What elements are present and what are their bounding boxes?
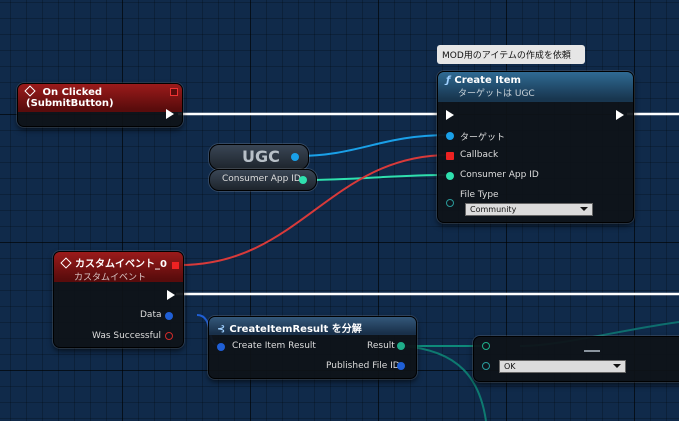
was-successful-pin[interactable] [165, 332, 173, 340]
blueprint-graph-canvas[interactable]: On Clicked (SubmitButton) MOD用のアイテムの作成を依… [0, 0, 679, 421]
create-item-result-pin[interactable] [217, 343, 225, 351]
exec-out-pin[interactable] [167, 290, 175, 300]
callback-pin[interactable] [446, 152, 454, 160]
on-clicked-node[interactable]: On Clicked (SubmitButton) [17, 83, 183, 127]
on-clicked-header[interactable]: On Clicked (SubmitButton) [18, 84, 182, 112]
published-file-id-pin[interactable] [397, 362, 405, 370]
enum-value: OK [504, 362, 516, 371]
break-result-node[interactable]: ⊰ CreateItemResult を分解 Create Item Result… [208, 316, 417, 379]
node-comment-bubble: MOD用のアイテムの作成を依頼 [437, 45, 585, 64]
struct-wire-consumer-app-id[interactable] [301, 174, 450, 181]
chevron-down-icon [613, 364, 621, 368]
exec-out-pin[interactable] [616, 110, 624, 120]
break-result-header[interactable]: ⊰ CreateItemResult を分解 [209, 317, 416, 335]
data-pin[interactable] [165, 312, 173, 320]
object-wire-ugc-target[interactable] [295, 134, 450, 157]
custom-event-title: カスタムイベント_0 [75, 259, 167, 270]
custom-event-subtitle: カスタムイベント [74, 273, 147, 283]
delegate-out-pin[interactable] [172, 262, 179, 269]
consumer-app-id-pin[interactable] [446, 172, 454, 180]
custom-event-header[interactable]: カスタムイベント_0 カスタムイベント [54, 252, 183, 283]
exec-in-pin[interactable] [446, 110, 454, 120]
delegate-pin[interactable] [170, 88, 178, 96]
comment-text: MOD用のアイテムの作成を依頼 [442, 51, 571, 61]
create-item-result-label: Create Item Result [232, 341, 316, 351]
partial-enum-pin[interactable] [482, 362, 490, 370]
chevron-down-icon [580, 207, 588, 211]
break-struct-icon: ⊰ [217, 324, 226, 335]
create-item-node[interactable]: ƒ Create Item ターゲットは UGC ターゲット Callback C… [437, 71, 634, 223]
create-item-header[interactable]: ƒ Create Item ターゲットは UGC [438, 72, 633, 102]
data-label: Data [140, 310, 162, 320]
file-type-label: File Type [460, 190, 499, 200]
ugc-label: UGC [242, 147, 280, 166]
create-item-title: Create Item [454, 75, 521, 86]
consumer-app-id-out-pin[interactable] [299, 176, 307, 184]
file-type-dropdown[interactable]: Community [465, 203, 593, 216]
create-item-subtitle: ターゲットは UGC [458, 89, 535, 99]
target-pin[interactable] [446, 132, 454, 140]
equals-icon [584, 350, 600, 352]
enum-dropdown[interactable]: OK [499, 360, 626, 373]
consumer-app-id-label: Consumer App ID [460, 170, 539, 180]
file-type-pin[interactable] [446, 199, 454, 207]
partial-in-pin[interactable] [482, 342, 490, 350]
ugc-node[interactable]: UGC [209, 144, 309, 170]
callback-label: Callback [460, 150, 499, 160]
consumer-app-id-node[interactable]: Consumer App ID [209, 169, 317, 191]
event-diamond-icon [24, 85, 36, 97]
event-diamond-icon [60, 257, 72, 269]
target-label: ターゲット [460, 133, 506, 143]
break-result-title: CreateItemResult を分解 [229, 324, 362, 335]
partial-node[interactable]: OK [473, 336, 679, 382]
function-icon: ƒ [446, 75, 451, 86]
exec-out-pin[interactable] [166, 109, 174, 119]
ugc-out-pin[interactable] [291, 153, 299, 161]
was-successful-label: Was Successful [92, 331, 161, 341]
result-label: Result [367, 341, 395, 351]
result-pin[interactable] [397, 342, 405, 350]
published-file-id-label: Published File ID [326, 361, 400, 371]
on-clicked-title: On Clicked (SubmitButton) [26, 87, 114, 109]
consumer-app-id-node-label: Consumer App ID [222, 174, 301, 184]
custom-event-node[interactable]: カスタムイベント_0 カスタムイベント Data Was Successful [53, 251, 184, 348]
file-type-value: Community [470, 205, 517, 214]
